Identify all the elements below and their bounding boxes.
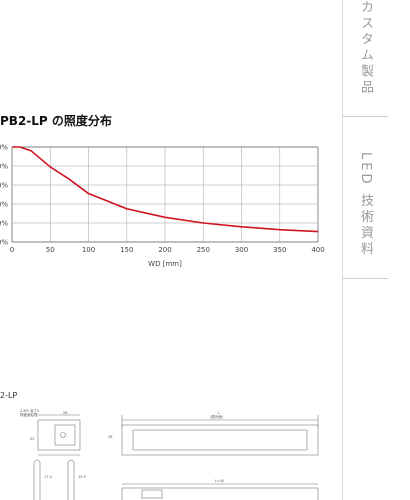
drawing-label-height: 28 [108,435,112,439]
x-tick-label: 250 [197,246,210,254]
drawing-label-L40: L+40 [215,479,224,483]
illuminance-chart: 0 50 100 150 200 250 300 350 400 0% 20% 40% 60% 80% 1… [0,144,325,500]
x-ticks: 0 50 100 150 200 250 300 350 400 [10,246,325,254]
y-tick-label: 20% [0,220,8,228]
x-tick-label: 0 [10,246,14,254]
y-tick-label: 40% [0,201,8,209]
drawing-label-28: 28 [63,411,67,415]
x-tick-label: 150 [120,246,133,254]
side-view-drawing: 2-M3 深さ5 検査面処理 28 52 17.5 15.5 [20,408,86,500]
x-tick-label: 300 [235,246,248,254]
x-tick-label: 400 [311,246,324,254]
drawing-label-15-5: 15.5 [78,475,86,479]
y-tick-label: 0% [0,239,8,247]
chart-grid [11,146,319,243]
x-tick-label: 350 [273,246,286,254]
drawing-label-52: 52 [30,437,34,441]
y-tick-label: 100% [0,144,8,152]
drawing-label-L: L [218,411,220,415]
drawing-label-emitting: (発光面) [210,414,224,419]
x-tick-label: 200 [158,246,171,254]
x-tick-label: 100 [82,246,95,254]
y-ticks: 0% 20% 40% 60% 80% 100% [0,144,8,247]
y-tick-label: 80% [0,163,8,171]
drawing-label-17-5: 17.5 [44,475,52,479]
front-view-drawing: (発光面) L 28 L+40 [108,411,319,500]
x-axis-label: WD [mm] [148,260,182,268]
drawing-label-surface: 検査面処理 [20,412,38,417]
y-tick-label: 60% [0,182,8,190]
x-tick-label: 50 [46,246,55,254]
